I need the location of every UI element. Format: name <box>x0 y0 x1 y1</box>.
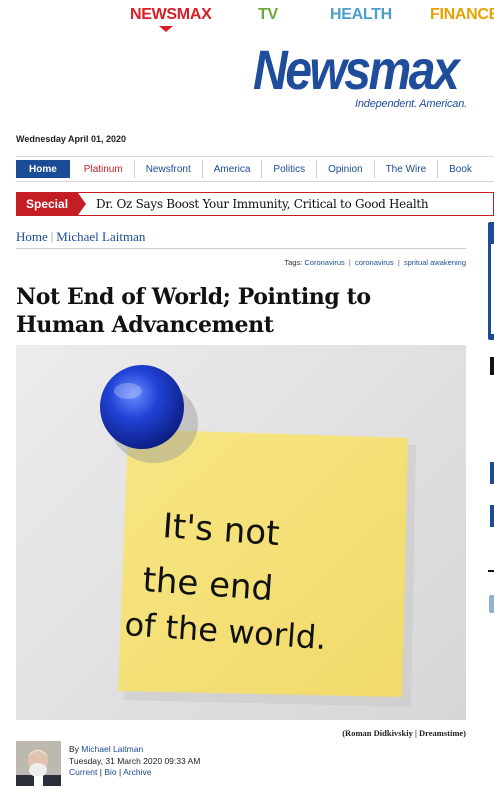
logo-tagline: Independent. American. <box>355 98 467 110</box>
sidebar-fragment <box>488 570 494 572</box>
special-label: Special <box>17 193 87 215</box>
byline-author-line: By Michael Laitman <box>69 744 200 756</box>
brand-link-health[interactable]: HEALTH <box>330 6 392 24</box>
author-portrait <box>16 741 61 786</box>
menu-item-america[interactable]: America <box>203 160 263 178</box>
article-photo: It's not the end of the world. <box>16 345 466 720</box>
author-current-link[interactable]: Current <box>69 767 97 777</box>
tag-link[interactable]: Coronavirus <box>304 258 344 267</box>
menu-item-book[interactable]: Book <box>438 160 483 178</box>
brand-link-newsmax[interactable]: NEWSMAX <box>130 6 212 24</box>
menu-item-the-wire[interactable]: The Wire <box>375 160 439 178</box>
menu-item-politics[interactable]: Politics <box>262 160 318 178</box>
sidebar-fragment <box>490 505 494 527</box>
author-avatar[interactable] <box>16 741 61 786</box>
photo-credit: (Roman Didkivskiy | Dreamstime) <box>342 728 466 738</box>
breadcrumb-separator: | <box>50 229 54 243</box>
sidebar-fragment <box>490 357 494 375</box>
logo-wordmark: Newsmax <box>253 38 460 101</box>
byline-separator: | <box>99 767 102 777</box>
current-date: Wednesday April 01, 2020 <box>16 134 127 144</box>
newsmax-logo[interactable]: Newsmax Independent. American. <box>253 42 485 112</box>
sidebar-fragment <box>490 462 494 484</box>
special-bar: Special Dr. Oz Says Boost Your Immunity,… <box>16 192 494 216</box>
tags-label: Tags: <box>284 258 303 267</box>
magnet-highlight <box>114 383 142 399</box>
special-headline-link[interactable]: Dr. Oz Says Boost Your Immunity, Critica… <box>96 197 429 211</box>
author-bio-link[interactable]: Bio <box>104 767 116 777</box>
tag-link[interactable]: spritual awakening <box>404 258 466 267</box>
author-archive-link[interactable]: Archive <box>123 767 151 777</box>
active-indicator-icon <box>159 26 173 32</box>
menu-item-platinum[interactable]: Platinum <box>73 160 135 178</box>
article-title: Not End of World; Pointing to Human Adva… <box>16 284 371 338</box>
sticky-note-illustration: It's not the end of the world. <box>100 365 416 707</box>
byline-separator: | <box>118 767 122 777</box>
byline-links: Current | Bio | Archive <box>69 767 200 779</box>
brand-nav: NEWSMAX TV HEALTH FINANCE <box>0 4 494 32</box>
breadcrumb: Home | Michael Laitman <box>16 229 466 249</box>
byline-author-link[interactable]: Michael Laitman <box>81 744 143 754</box>
menu-item-newsfront[interactable]: Newsfront <box>135 160 203 178</box>
menu-item-opinion[interactable]: Opinion <box>317 160 375 178</box>
main-menu: Home Platinum Newsfront America Politics… <box>16 156 494 182</box>
tag-separator: | <box>397 258 400 267</box>
brand-link-finance[interactable]: FINANCE <box>430 6 494 24</box>
byline-by: By <box>69 744 79 754</box>
magnet-icon <box>100 365 184 449</box>
menu-item-home[interactable]: Home <box>16 160 71 178</box>
breadcrumb-section[interactable]: Michael Laitman <box>56 229 145 245</box>
note-line-1: It's not <box>161 506 280 554</box>
brand-link-tv[interactable]: TV <box>258 6 278 24</box>
article-tags: Tags: Coronavirus | coronavirus | spritu… <box>284 258 466 267</box>
tag-separator: | <box>348 258 351 267</box>
breadcrumb-home[interactable]: Home <box>16 229 48 245</box>
byline: By Michael Laitman Tuesday, 31 March 202… <box>69 744 200 779</box>
sidebar-fragment <box>489 595 494 613</box>
byline-datetime: Tuesday, 31 March 2020 09:33 AM <box>69 755 201 766</box>
tag-link[interactable]: coronavirus <box>355 258 394 267</box>
